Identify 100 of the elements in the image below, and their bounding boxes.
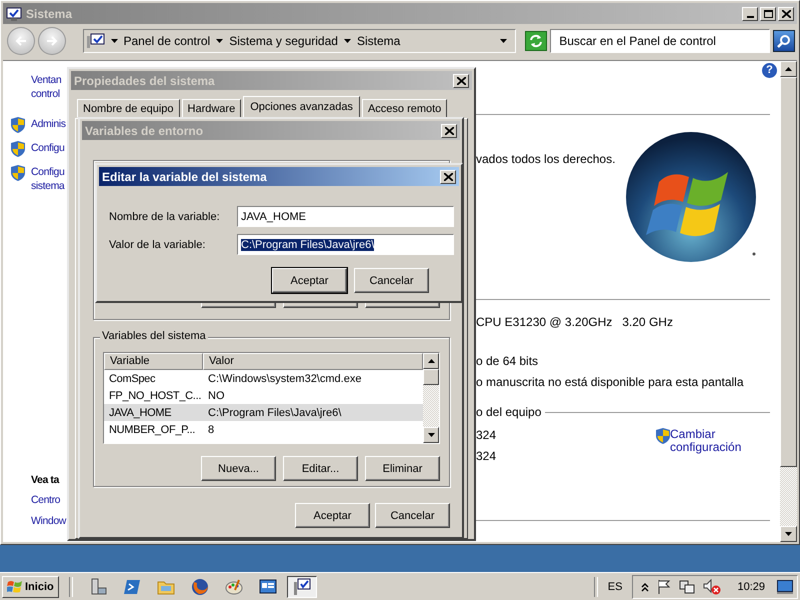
tab[interactable]: Opciones avanzadas (243, 96, 360, 118)
button[interactable]: Eliminar (365, 456, 440, 481)
down-arrow-icon (428, 433, 434, 437)
change-settings-link[interactable]: Cambiar configuración (670, 428, 750, 454)
clock[interactable]: 10:29 (737, 580, 765, 592)
close-icon (444, 172, 452, 180)
variable-name: ComSpec (109, 372, 156, 384)
pen-text: o manuscrita no está disponible para esta pantalla (476, 375, 745, 390)
up-arrow-icon (785, 67, 792, 71)
scrollbar[interactable] (780, 61, 797, 542)
search-field[interactable]: Buscar en el Panel de control (550, 29, 770, 53)
speed-text: 3.20 GHz (622, 315, 673, 330)
section-heading: Vea ta (31, 474, 59, 486)
chevron-up-icon[interactable] (641, 582, 650, 592)
maximize-icon (764, 10, 772, 18)
dialog-title: Variables de entorno (85, 124, 204, 138)
up-arrow-icon (428, 359, 434, 363)
tab[interactable]: Nombre de equipo (77, 99, 180, 118)
forward-button[interactable] (38, 27, 66, 55)
processor-text: CPU E31230 @ 3.20GHz (476, 315, 612, 330)
variable-name: JAVA_HOME (109, 406, 172, 418)
input-field[interactable]: C:\Program Files\Java\jre6\ (237, 234, 454, 255)
button[interactable]: Aceptar (295, 503, 370, 528)
close-icon (444, 126, 454, 134)
minimize-button[interactable] (742, 6, 758, 20)
dialog-title: Propiedades del sistema (74, 74, 215, 88)
section-heading: o del equipo (476, 405, 542, 420)
scroll-up-button[interactable] (423, 353, 439, 369)
list-row[interactable]: JAVA_HOME C:\Program Files\Java\jre6\ (104, 404, 423, 421)
caret-icon[interactable] (344, 39, 351, 43)
variable-value: C:\Windows\system32\cmd.exe (207, 372, 362, 384)
variable-value: NO (207, 390, 224, 402)
breadcrumb-item[interactable]: Sistema y seguridad (229, 34, 338, 48)
help-icon[interactable]: ? (762, 63, 777, 78)
column-header[interactable]: Valor (203, 353, 423, 370)
maximize-button[interactable] (760, 6, 776, 20)
scroll-thumb[interactable] (780, 77, 797, 467)
scroll-thumb[interactable] (423, 369, 439, 385)
dropdown-icon[interactable] (500, 39, 508, 43)
network-icon[interactable] (679, 578, 696, 594)
sidebar-link[interactable]: Window (31, 514, 66, 528)
scroll-down-button[interactable] (423, 427, 439, 443)
caret-icon[interactable] (216, 39, 224, 43)
sidebar-link[interactable]: Centro (31, 493, 60, 507)
close-button[interactable] (441, 124, 457, 138)
sidebar-link[interactable]: Adminis (31, 117, 66, 131)
window-title: Sistema (26, 6, 72, 20)
monitor-icon[interactable] (286, 576, 317, 598)
value-text: 324 (476, 428, 498, 443)
sidebar-link[interactable]: Configu sistema (31, 165, 64, 193)
back-button[interactable] (7, 27, 35, 55)
input-field[interactable]: JAVA_HOME (237, 206, 454, 227)
close-button[interactable] (778, 6, 794, 20)
refresh-button[interactable] (525, 31, 548, 51)
address-bar[interactable]: Panel de control Sistema y seguridad Sistema (82, 29, 516, 53)
flag-logo-icon (7, 580, 23, 594)
sidebar-link[interactable]: Configu (31, 141, 64, 155)
button[interactable]: Cancelar (375, 503, 450, 528)
muted-speaker-icon[interactable] (703, 578, 722, 594)
dialog-title: Editar la variable del sistema (102, 170, 267, 184)
variable-name: NUMBER_OF_P... (109, 424, 196, 436)
button[interactable]: Editar... (283, 456, 358, 481)
close-icon (782, 10, 790, 18)
list-row[interactable]: ComSpec C:\Windows\system32\cmd.exe (104, 370, 423, 387)
system-type-text: o de 64 bits (476, 354, 540, 369)
scrollbar[interactable] (423, 353, 439, 443)
search-button[interactable] (773, 30, 796, 52)
list-row[interactable]: FP_NO_HOST_C... NO (104, 387, 423, 404)
button[interactable]: Cancelar (354, 268, 429, 293)
scroll-down-button[interactable] (780, 526, 797, 542)
group-label: Variables del sistema (100, 330, 208, 342)
scroll-up-button[interactable] (780, 61, 797, 77)
list-row[interactable]: NUMBER_OF_P... 8 (104, 421, 423, 438)
refresh-icon (529, 34, 544, 48)
language-indicator[interactable]: ES (608, 580, 622, 592)
start-button[interactable]: Inicio (2, 576, 59, 598)
field-label: Nombre de la variable: (109, 210, 221, 222)
close-icon (456, 76, 466, 84)
variable-value: C:\Program Files\Java\jre6\ (207, 406, 342, 418)
sidebar-link[interactable]: Ventan control (31, 73, 62, 101)
close-button[interactable] (453, 74, 469, 88)
variable-name: FP_NO_HOST_C... (109, 390, 202, 402)
close-button[interactable] (440, 170, 456, 184)
tab[interactable]: Hardware (182, 99, 242, 118)
monitor-icon (6, 6, 22, 20)
column-header[interactable]: Variable (104, 353, 203, 370)
show-desktop-icon[interactable] (777, 580, 793, 594)
variable-value: 8 (207, 424, 214, 436)
breadcrumb-item[interactable]: Panel de control (124, 34, 210, 48)
monitor-icon (86, 33, 104, 49)
value-text: 324 (476, 449, 498, 464)
flag-icon[interactable] (657, 578, 672, 594)
caret-icon[interactable] (110, 39, 118, 43)
breadcrumb-item[interactable]: Sistema (356, 34, 400, 48)
forward-arrow-icon (46, 35, 58, 47)
button[interactable]: Nueva... (201, 456, 276, 481)
tab[interactable]: Acceso remoto (362, 99, 448, 118)
down-arrow-icon (785, 532, 792, 536)
back-arrow-icon (14, 35, 27, 47)
button[interactable]: Aceptar (272, 268, 347, 293)
